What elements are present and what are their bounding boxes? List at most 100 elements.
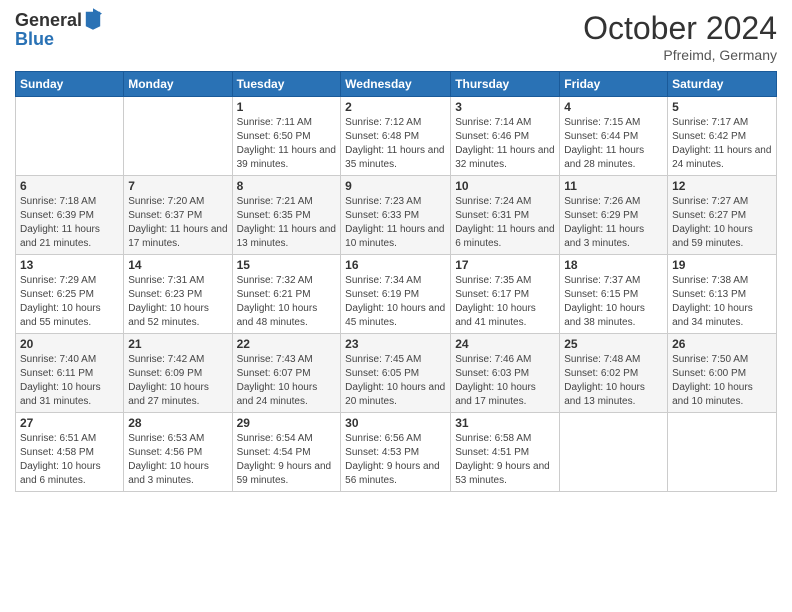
- col-saturday: Saturday: [668, 72, 777, 97]
- table-row: [124, 97, 232, 176]
- day-info: Sunrise: 7:14 AMSunset: 6:46 PMDaylight:…: [455, 116, 555, 172]
- table-row: [560, 413, 668, 492]
- day-number: 2: [345, 100, 446, 114]
- day-info: Sunrise: 7:27 AMSunset: 6:27 PMDaylight:…: [672, 195, 772, 251]
- day-number: 12: [672, 179, 772, 193]
- day-number: 28: [128, 416, 227, 430]
- day-number: 24: [455, 337, 555, 351]
- page: General Blue October 2024 Pfreimd, Germa…: [0, 0, 792, 612]
- day-number: 10: [455, 179, 555, 193]
- day-info: Sunrise: 7:18 AMSunset: 6:39 PMDaylight:…: [20, 195, 119, 251]
- day-info: Sunrise: 7:34 AMSunset: 6:19 PMDaylight:…: [345, 274, 446, 330]
- table-row: 27 Sunrise: 6:51 AMSunset: 4:58 PMDayligh…: [16, 413, 124, 492]
- day-number: 26: [672, 337, 772, 351]
- table-row: 24 Sunrise: 7:46 AMSunset: 6:03 PMDayligh…: [451, 334, 560, 413]
- day-number: 11: [564, 179, 663, 193]
- day-number: 5: [672, 100, 772, 114]
- day-number: 31: [455, 416, 555, 430]
- calendar: Sunday Monday Tuesday Wednesday Thursday…: [15, 71, 777, 492]
- table-row: 19Sunrise: 7:38 AMSunset: 6:13 PMDayligh…: [668, 255, 777, 334]
- day-info: Sunrise: 7:32 AMSunset: 6:21 PMDaylight:…: [237, 274, 337, 330]
- day-info: Sunrise: 7:42 AMSunset: 6:09 PMDaylight:…: [128, 353, 227, 409]
- table-row: 22 Sunrise: 7:43 AMSunset: 6:07 PMDayligh…: [232, 334, 341, 413]
- day-number: 18: [564, 258, 663, 272]
- table-row: 16 Sunrise: 7:34 AMSunset: 6:19 PMDayligh…: [341, 255, 451, 334]
- day-info: Sunrise: 7:12 AMSunset: 6:48 PMDaylight:…: [345, 116, 446, 172]
- day-number: 30: [345, 416, 446, 430]
- table-row: 26 Sunrise: 7:50 AMSunset: 6:00 PMDayligh…: [668, 334, 777, 413]
- calendar-week-row: 13 Sunrise: 7:29 AMSunset: 6:25 PMDayligh…: [16, 255, 777, 334]
- table-row: 23 Sunrise: 7:45 AMSunset: 6:05 PMDayligh…: [341, 334, 451, 413]
- day-number: 22: [237, 337, 337, 351]
- table-row: 2 Sunrise: 7:12 AMSunset: 6:48 PMDaylight…: [341, 97, 451, 176]
- table-row: 8 Sunrise: 7:21 AMSunset: 6:35 PMDaylight…: [232, 176, 341, 255]
- day-info: Sunrise: 6:54 AMSunset: 4:54 PMDaylight:…: [237, 432, 337, 488]
- table-row: 3 Sunrise: 7:14 AMSunset: 6:46 PMDaylight…: [451, 97, 560, 176]
- table-row: 6 Sunrise: 7:18 AMSunset: 6:39 PMDaylight…: [16, 176, 124, 255]
- day-info: Sunrise: 7:35 AMSunset: 6:17 PMDaylight:…: [455, 274, 555, 330]
- day-number: 17: [455, 258, 555, 272]
- table-row: 17 Sunrise: 7:35 AMSunset: 6:17 PMDayligh…: [451, 255, 560, 334]
- day-info: Sunrise: 7:21 AMSunset: 6:35 PMDaylight:…: [237, 195, 337, 251]
- table-row: 20 Sunrise: 7:40 AMSunset: 6:11 PMDayligh…: [16, 334, 124, 413]
- col-tuesday: Tuesday: [232, 72, 341, 97]
- table-row: 12 Sunrise: 7:27 AMSunset: 6:27 PMDayligh…: [668, 176, 777, 255]
- logo-text: General Blue: [15, 10, 102, 48]
- day-number: 20: [20, 337, 119, 351]
- day-number: 27: [20, 416, 119, 430]
- table-row: 9Sunrise: 7:23 AMSunset: 6:33 PMDaylight…: [341, 176, 451, 255]
- table-row: 7 Sunrise: 7:20 AMSunset: 6:37 PMDaylight…: [124, 176, 232, 255]
- day-number: 4: [564, 100, 663, 114]
- day-info: Sunrise: 7:46 AMSunset: 6:03 PMDaylight:…: [455, 353, 555, 409]
- table-row: 28 Sunrise: 6:53 AMSunset: 4:56 PMDayligh…: [124, 413, 232, 492]
- table-row: 29 Sunrise: 6:54 AMSunset: 4:54 PMDayligh…: [232, 413, 341, 492]
- day-info: Sunrise: 7:20 AMSunset: 6:37 PMDaylight:…: [128, 195, 227, 251]
- logo-icon: [84, 8, 102, 30]
- subtitle: Pfreimd, Germany: [583, 47, 777, 63]
- day-number: 29: [237, 416, 337, 430]
- table-row: 13 Sunrise: 7:29 AMSunset: 6:25 PMDayligh…: [16, 255, 124, 334]
- table-row: 5Sunrise: 7:17 AMSunset: 6:42 PMDaylight…: [668, 97, 777, 176]
- day-number: 7: [128, 179, 227, 193]
- title-block: October 2024 Pfreimd, Germany: [583, 10, 777, 63]
- day-number: 16: [345, 258, 446, 272]
- day-info: Sunrise: 7:43 AMSunset: 6:07 PMDaylight:…: [237, 353, 337, 409]
- table-row: 18 Sunrise: 7:37 AMSunset: 6:15 PMDayligh…: [560, 255, 668, 334]
- header: General Blue October 2024 Pfreimd, Germa…: [15, 10, 777, 63]
- day-info: Sunrise: 7:50 AMSunset: 6:00 PMDaylight:…: [672, 353, 772, 409]
- day-info: Sunrise: 6:51 AMSunset: 4:58 PMDaylight:…: [20, 432, 119, 488]
- table-row: 21 Sunrise: 7:42 AMSunset: 6:09 PMDayligh…: [124, 334, 232, 413]
- month-title: October 2024: [583, 10, 777, 47]
- day-info: Sunrise: 7:23 AMSunset: 6:33 PMDaylight:…: [345, 195, 446, 251]
- table-row: 1Sunrise: 7:11 AMSunset: 6:50 PMDaylight…: [232, 97, 341, 176]
- day-number: 21: [128, 337, 227, 351]
- day-info: Sunrise: 7:29 AMSunset: 6:25 PMDaylight:…: [20, 274, 119, 330]
- day-info: Sunrise: 7:45 AMSunset: 6:05 PMDaylight:…: [345, 353, 446, 409]
- table-row: [668, 413, 777, 492]
- day-number: 8: [237, 179, 337, 193]
- day-info: Sunrise: 6:53 AMSunset: 4:56 PMDaylight:…: [128, 432, 227, 488]
- day-number: 19: [672, 258, 772, 272]
- day-info: Sunrise: 7:24 AMSunset: 6:31 PMDaylight:…: [455, 195, 555, 251]
- day-number: 23: [345, 337, 446, 351]
- day-info: Sunrise: 7:15 AMSunset: 6:44 PMDaylight:…: [564, 116, 663, 172]
- day-number: 25: [564, 337, 663, 351]
- table-row: 10 Sunrise: 7:24 AMSunset: 6:31 PMDayligh…: [451, 176, 560, 255]
- day-info: Sunrise: 7:37 AMSunset: 6:15 PMDaylight:…: [564, 274, 663, 330]
- col-thursday: Thursday: [451, 72, 560, 97]
- table-row: 11Sunrise: 7:26 AMSunset: 6:29 PMDayligh…: [560, 176, 668, 255]
- day-number: 1: [237, 100, 337, 114]
- calendar-week-row: 27 Sunrise: 6:51 AMSunset: 4:58 PMDayligh…: [16, 413, 777, 492]
- col-sunday: Sunday: [16, 72, 124, 97]
- day-number: 6: [20, 179, 119, 193]
- calendar-week-row: 6 Sunrise: 7:18 AMSunset: 6:39 PMDaylight…: [16, 176, 777, 255]
- day-info: Sunrise: 7:31 AMSunset: 6:23 PMDaylight:…: [128, 274, 227, 330]
- day-number: 13: [20, 258, 119, 272]
- table-row: [16, 97, 124, 176]
- day-info: Sunrise: 6:56 AMSunset: 4:53 PMDaylight:…: [345, 432, 446, 488]
- day-number: 3: [455, 100, 555, 114]
- day-info: Sunrise: 7:40 AMSunset: 6:11 PMDaylight:…: [20, 353, 119, 409]
- col-wednesday: Wednesday: [341, 72, 451, 97]
- table-row: 15 Sunrise: 7:32 AMSunset: 6:21 PMDayligh…: [232, 255, 341, 334]
- day-number: 15: [237, 258, 337, 272]
